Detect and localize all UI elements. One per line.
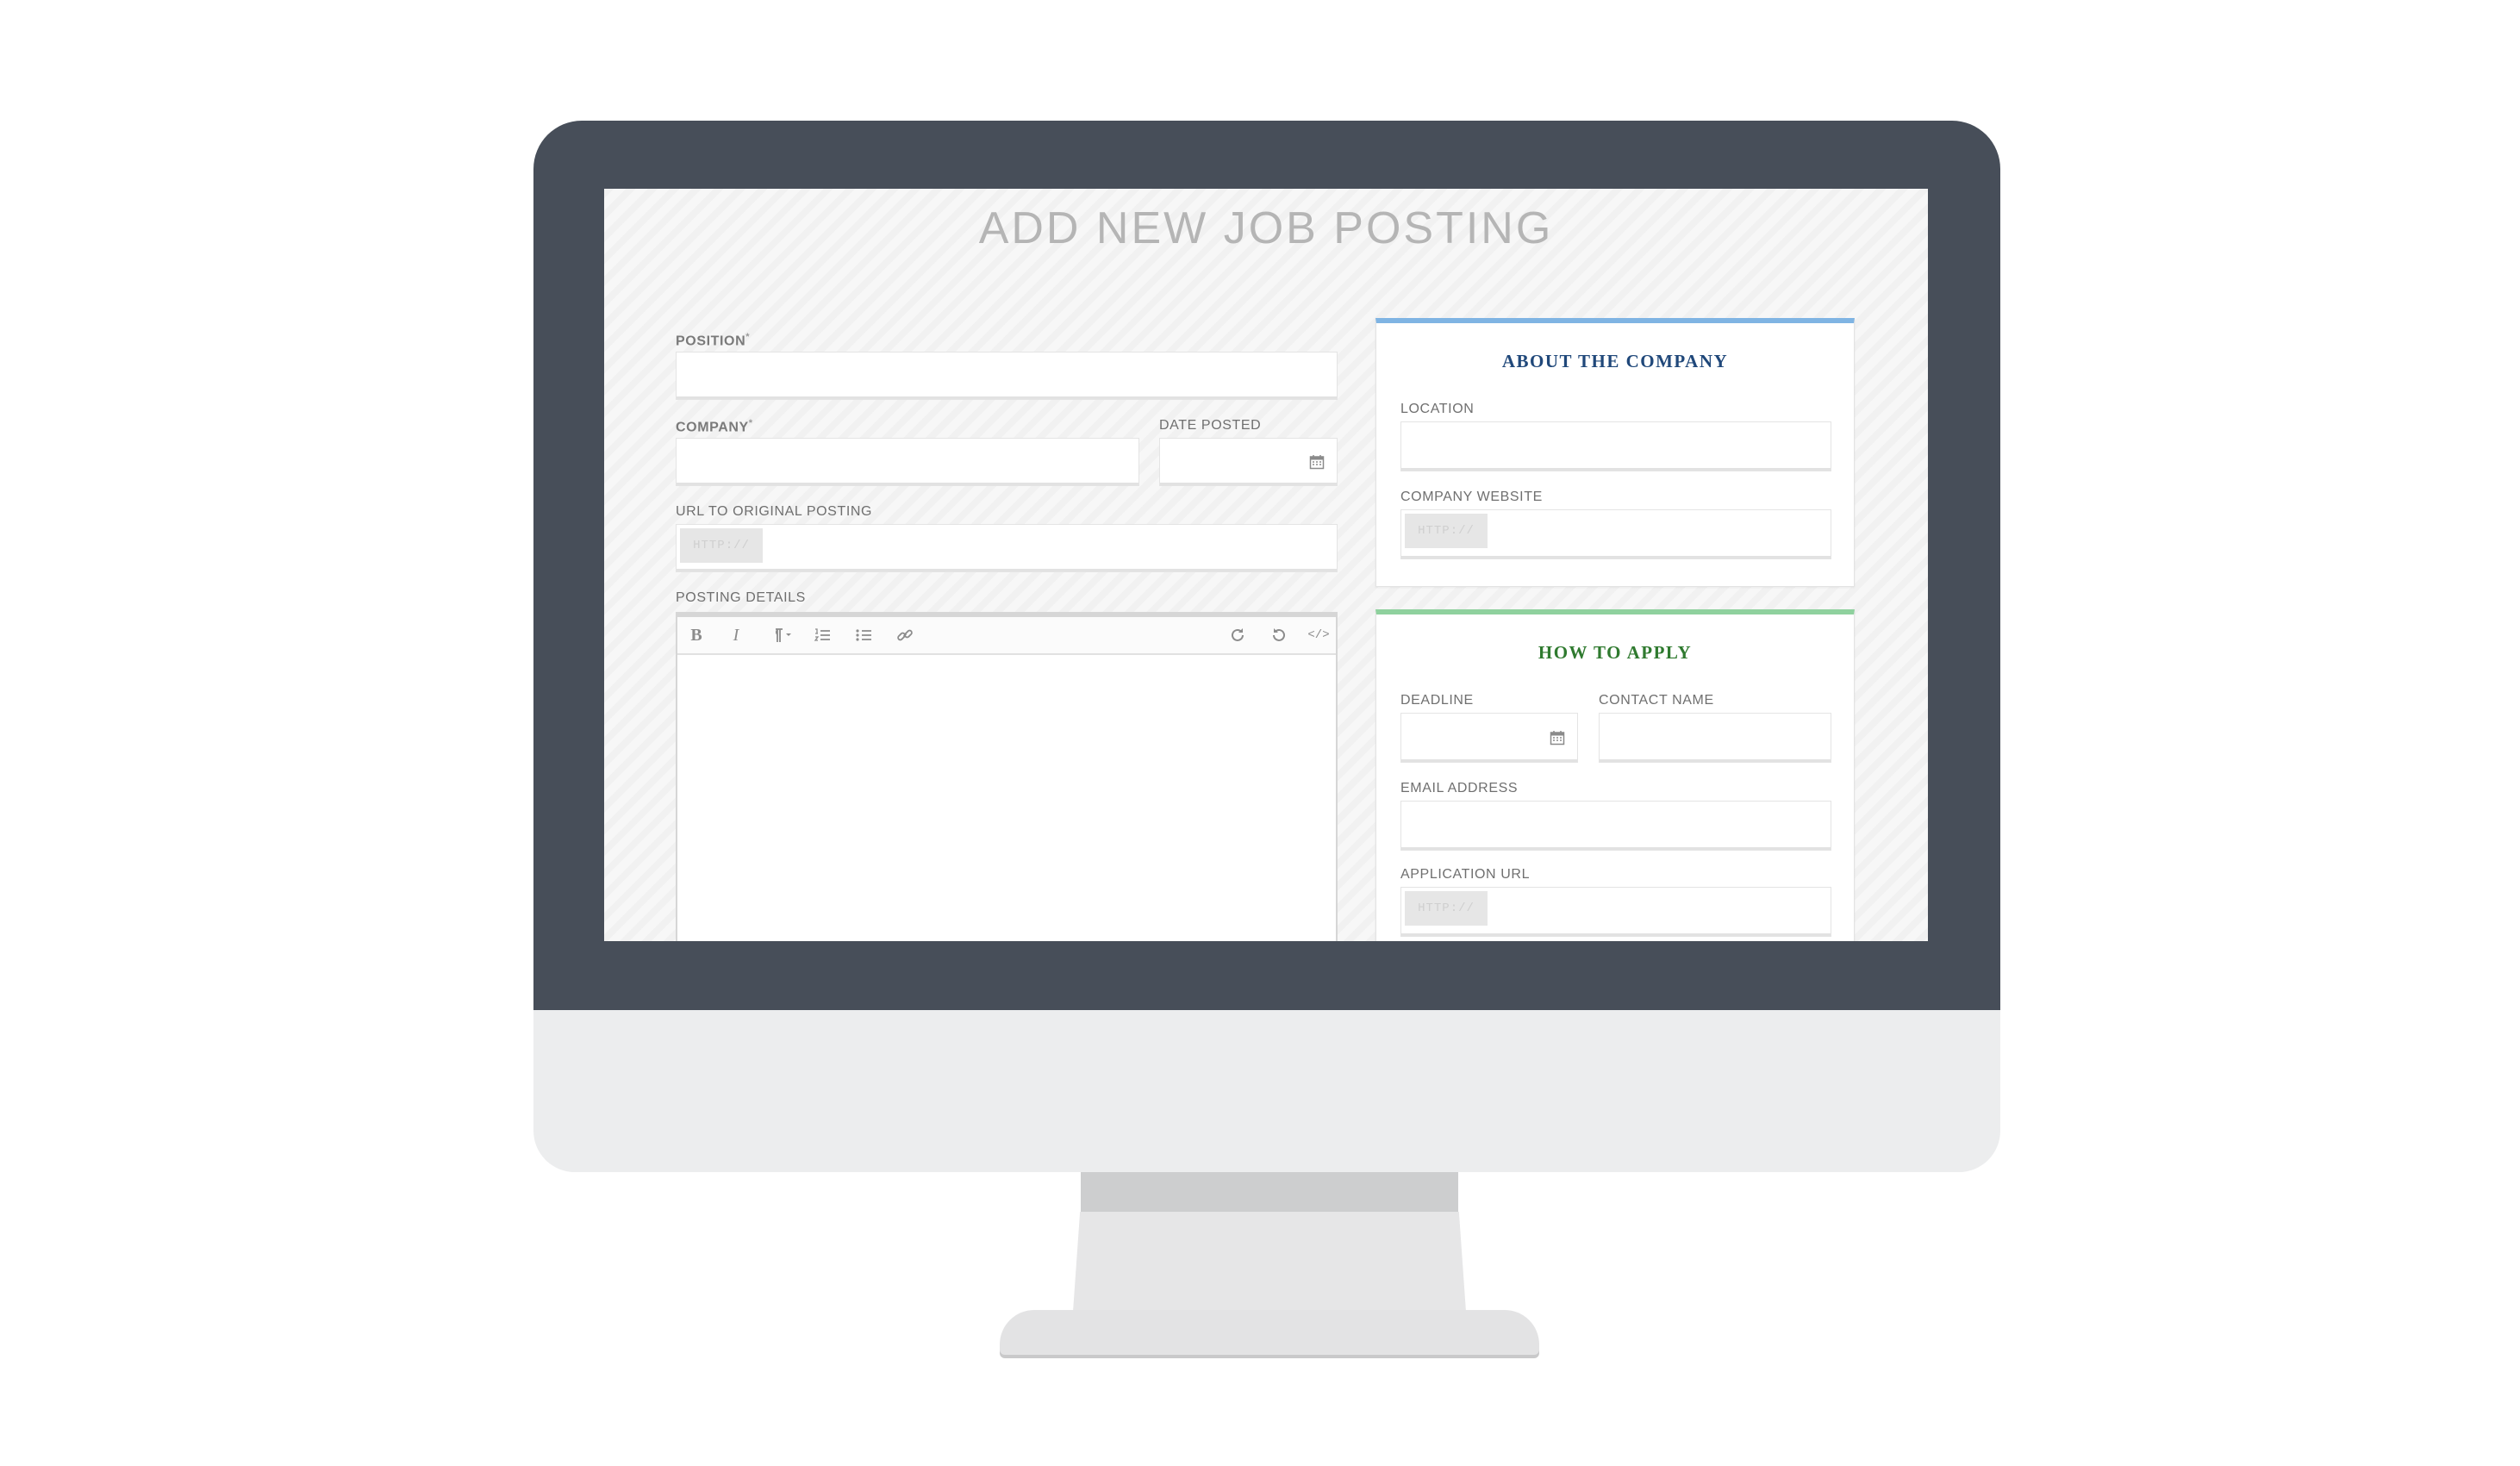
company-website-prefix: HTTP://: [1405, 514, 1488, 548]
editor-toolbar: B I </>: [677, 617, 1336, 655]
monitor-neck-shadow: [1081, 1172, 1458, 1213]
monitor-stand-foot: [1000, 1310, 1539, 1355]
how-to-apply-panel: HOW TO APPLY DEADLINE CONTACT NAME EMAIL…: [1375, 609, 1855, 941]
company-field[interactable]: [676, 438, 1139, 486]
email-address-input[interactable]: [1401, 802, 1831, 850]
email-address-label: EMAIL ADDRESS: [1400, 781, 1519, 795]
posting-details-label: POSTING DETAILS: [676, 590, 806, 605]
url-input[interactable]: [677, 525, 1337, 571]
date-posted-field[interactable]: [1159, 438, 1338, 486]
undo-icon[interactable]: [1262, 617, 1296, 653]
company-label-text: COMPANY: [676, 420, 749, 435]
bold-icon[interactable]: B: [679, 617, 714, 653]
paragraph-format-icon[interactable]: [760, 617, 800, 653]
code-view-icon[interactable]: </>: [1301, 617, 1336, 653]
position-input[interactable]: [677, 352, 1337, 399]
calendar-icon[interactable]: [1550, 730, 1565, 745]
url-label: URL TO ORIGINAL POSTING: [676, 504, 873, 519]
application-url-label: APPLICATION URL: [1400, 867, 1531, 882]
screen: ADD NEW JOB POSTING POSITION* COMPANY* D…: [604, 189, 1928, 941]
location-input[interactable]: [1401, 422, 1831, 471]
how-to-apply-title: HOW TO APPLY: [1538, 642, 1693, 663]
required-mark: *: [745, 332, 751, 342]
link-icon[interactable]: [888, 617, 922, 653]
application-url-field[interactable]: HTTP://: [1400, 887, 1831, 937]
contact-name-field[interactable]: [1599, 713, 1831, 763]
page-title: ADD NEW JOB POSTING: [978, 203, 1554, 253]
company-website-label: COMPANY WEBSITE: [1400, 490, 1543, 504]
position-label: POSITION*: [676, 332, 750, 349]
company-label: COMPANY*: [676, 418, 753, 435]
about-company-title: ABOUT THE COMPANY: [1501, 351, 1729, 371]
posting-details-editor[interactable]: B I </>: [676, 612, 1338, 941]
location-field[interactable]: [1400, 421, 1831, 471]
email-address-field[interactable]: [1400, 801, 1831, 851]
monitor-chin: [533, 1010, 2000, 1172]
deadline-label: DEADLINE: [1400, 693, 1474, 708]
italic-icon[interactable]: I: [719, 617, 753, 653]
url-prefix: HTTP://: [680, 528, 763, 563]
about-company-panel: ABOUT THE COMPANY LOCATION COMPANY WEBSI…: [1375, 318, 1855, 587]
position-label-text: POSITION: [676, 334, 746, 349]
contact-name-input[interactable]: [1600, 714, 1831, 762]
contact-name-label: CONTACT NAME: [1599, 693, 1714, 708]
date-posted-label: DATE POSTED: [1159, 418, 1262, 433]
monitor-stand-neck: [1072, 1212, 1467, 1324]
location-label: LOCATION: [1400, 402, 1475, 416]
deadline-field[interactable]: [1400, 713, 1578, 763]
position-field[interactable]: [676, 352, 1338, 400]
application-url-prefix: HTTP://: [1405, 891, 1488, 926]
required-mark: *: [748, 418, 753, 428]
calendar-icon[interactable]: [1309, 454, 1325, 470]
redo-icon[interactable]: [1220, 617, 1255, 653]
ordered-list-icon[interactable]: [805, 617, 839, 653]
url-field[interactable]: HTTP://: [676, 524, 1338, 572]
unordered-list-icon[interactable]: [846, 617, 881, 653]
company-website-field[interactable]: HTTP://: [1400, 509, 1831, 559]
company-input[interactable]: [677, 439, 1138, 485]
